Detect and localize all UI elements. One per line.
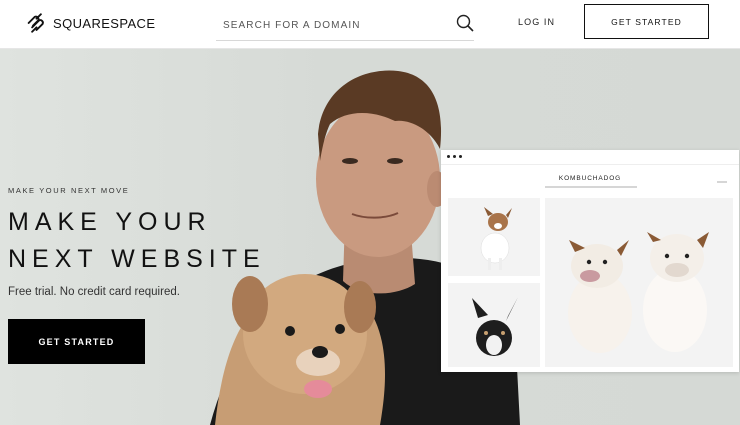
window-dot-icon (453, 155, 456, 158)
preview-thumbnail-dog-1 (448, 198, 540, 276)
bulldogs-illustration (568, 232, 709, 353)
template-preview[interactable]: KOMBUCHADOG (441, 150, 739, 372)
hero-headline-line1: MAKE YOUR (8, 208, 212, 236)
window-dot-icon (459, 155, 462, 158)
dog-illustration (480, 207, 512, 270)
preview-main-image-bulldogs (545, 198, 733, 367)
window-dot-icon (447, 155, 450, 158)
preview-nav-right (717, 181, 727, 183)
preview-browser-bar (441, 150, 739, 165)
dog-illustration (472, 297, 518, 356)
brand-logo[interactable]: SQUARESPACE (26, 13, 155, 33)
hero-tagline: Free trial. No credit card required. (8, 286, 180, 298)
header-get-started-button[interactable]: GET STARTED (584, 4, 709, 39)
hero-eyebrow: MAKE YOUR NEXT MOVE (8, 186, 130, 195)
hero-get-started-button[interactable]: GET STARTED (8, 319, 145, 364)
preview-nav-line (545, 186, 637, 188)
squarespace-logo-icon (27, 13, 44, 33)
hero-headline: MAKE YOUR NEXT WEBSITE (8, 204, 266, 278)
hero-headline-line2: NEXT WEBSITE (8, 245, 266, 273)
site-header: SQUARESPACE LOG IN GET STARTED (0, 0, 740, 49)
login-link[interactable]: LOG IN (518, 17, 555, 27)
domain-search-input[interactable] (223, 16, 438, 34)
preview-site-name: KOMBUCHADOG (558, 175, 622, 182)
brand-name: SQUARESPACE (53, 15, 156, 31)
preview-thumbnail-dog-2 (448, 283, 540, 367)
search-icon[interactable] (456, 14, 474, 32)
domain-search (216, 10, 474, 41)
